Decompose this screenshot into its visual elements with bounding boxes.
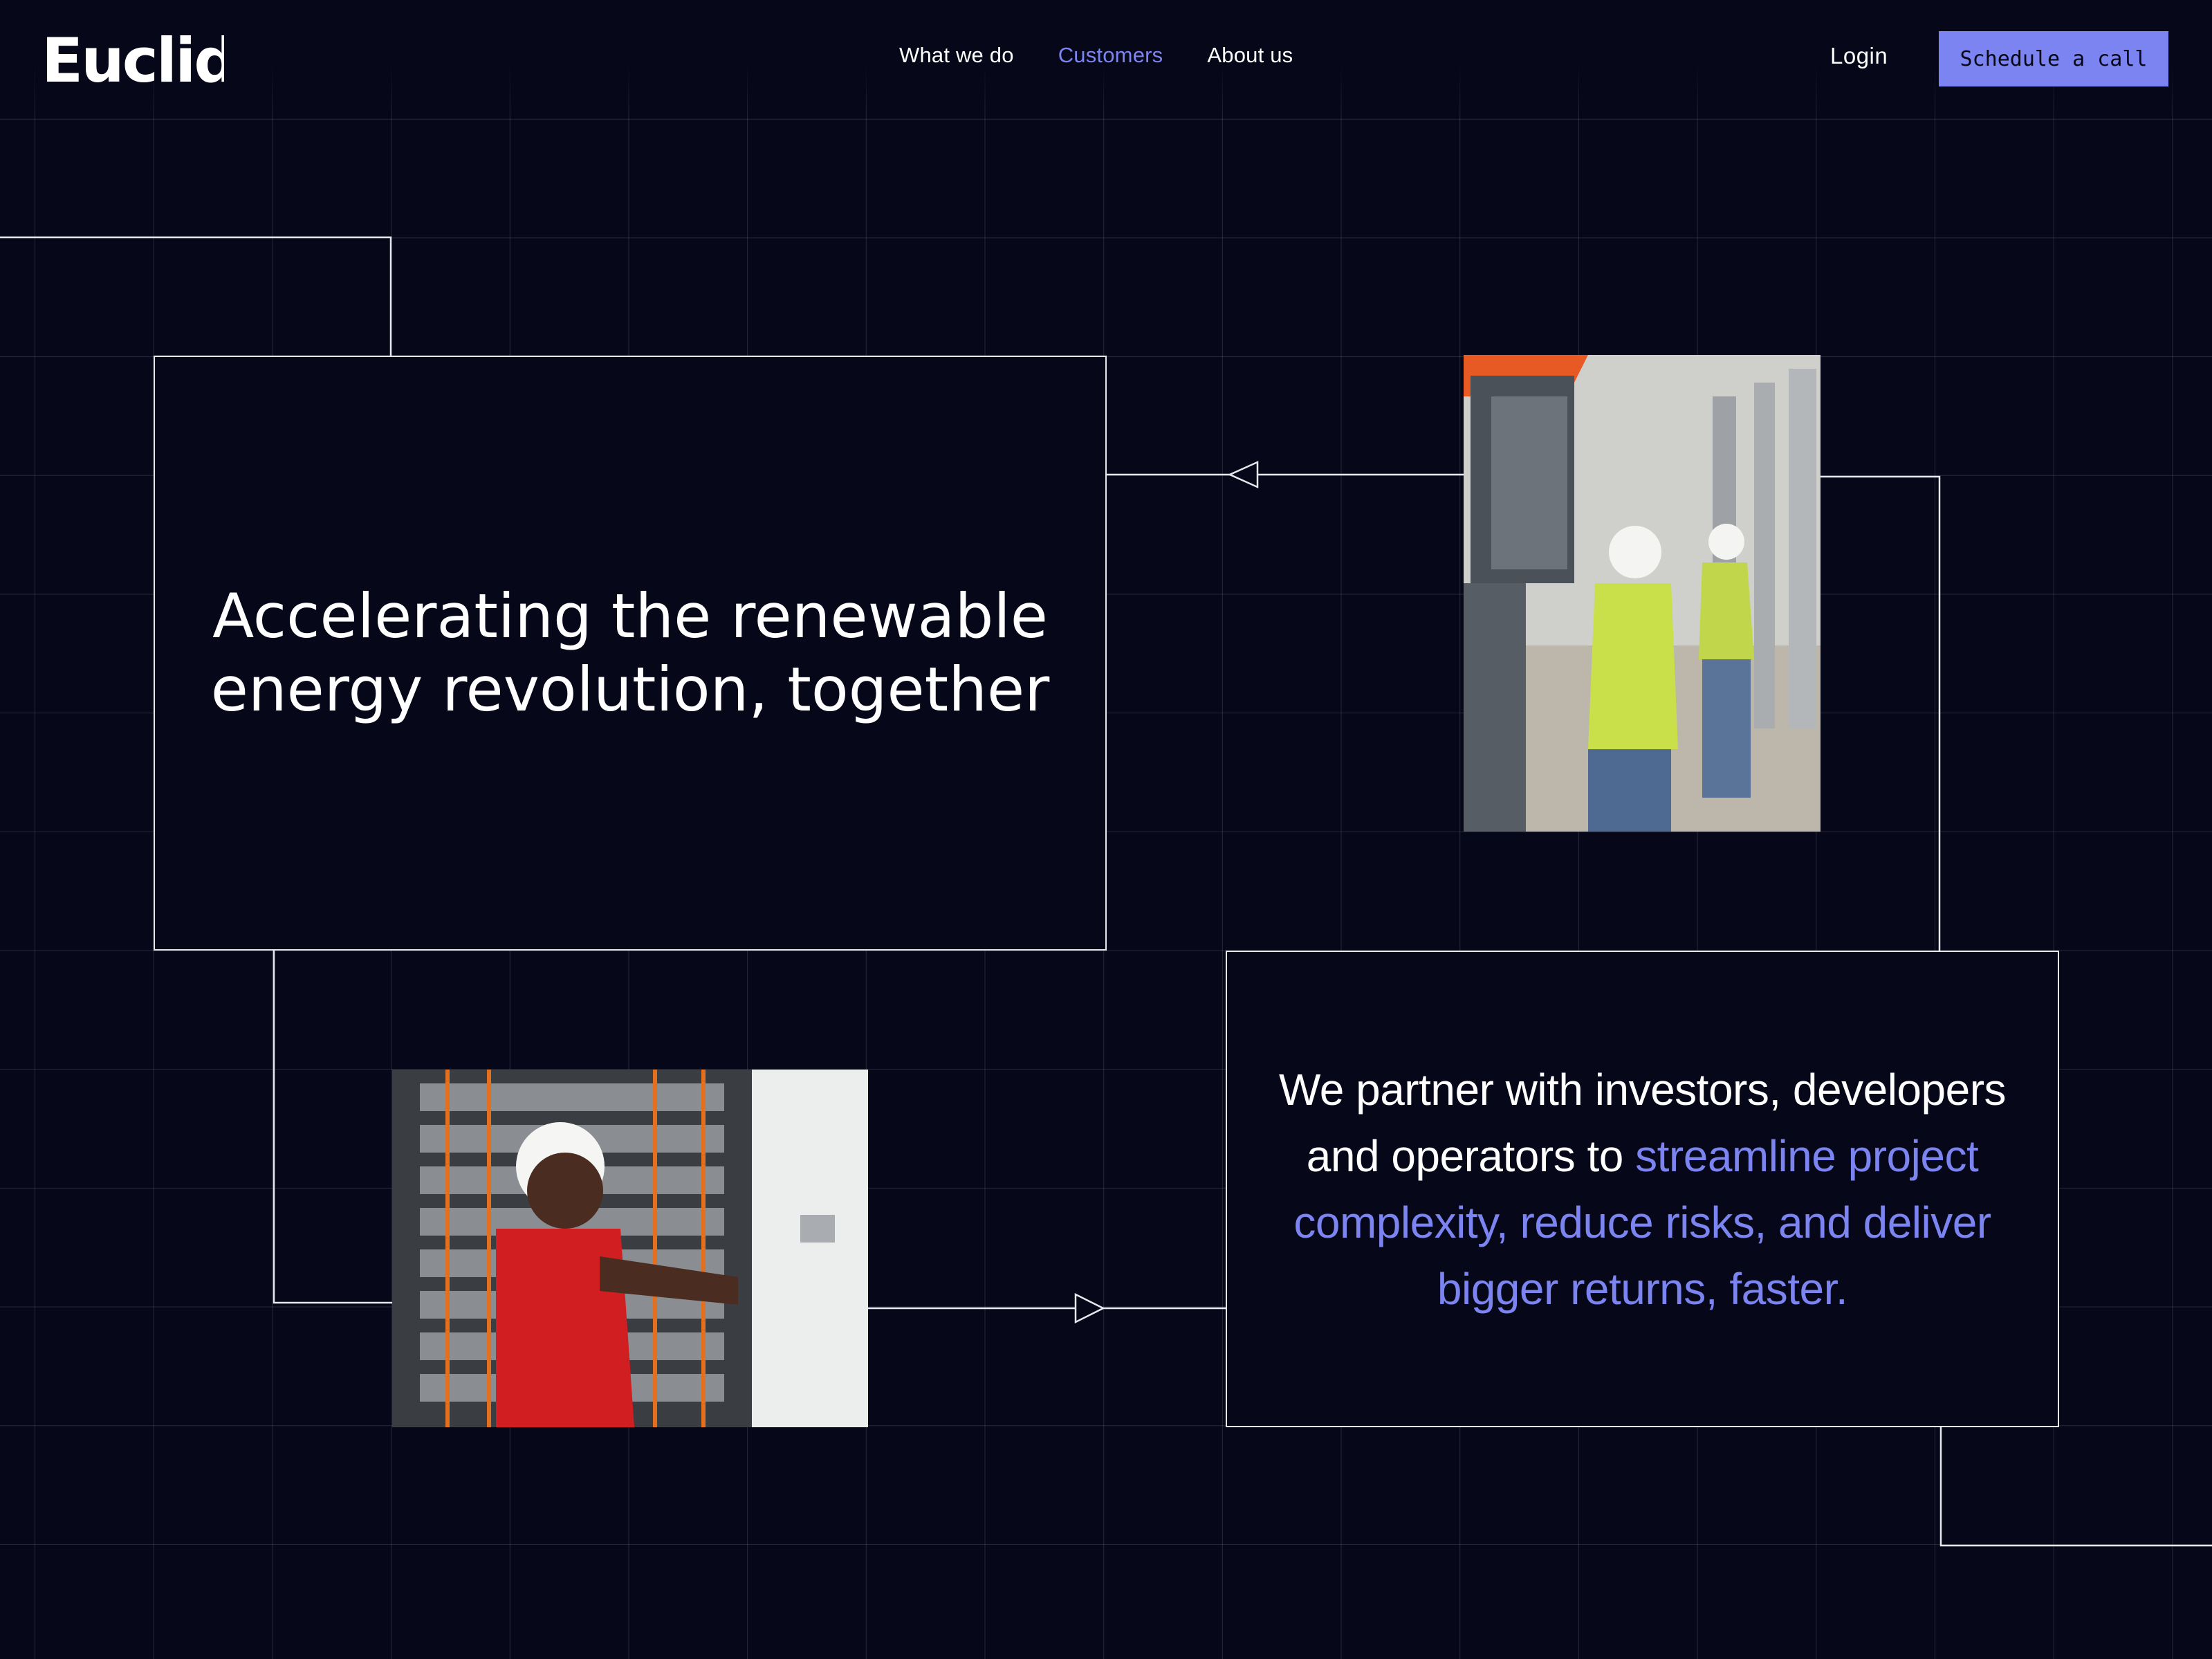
login-link[interactable]: Login (1830, 43, 1888, 69)
battery-technician-image (392, 1070, 868, 1427)
partner-statement: We partner with investors, developers an… (1269, 1056, 2016, 1322)
schedule-call-button[interactable]: Schedule a call (1939, 31, 2168, 86)
euclid-logo[interactable]: Euclid (42, 25, 237, 96)
photo-battery-technician (392, 1070, 868, 1427)
site-header: Euclid What we do Customers About us Log… (0, 0, 2212, 118)
euclid-logo-mark: Euclid (42, 25, 237, 96)
partner-card: We partner with investors, developers an… (1226, 951, 2059, 1427)
nav-item-about-us[interactable]: About us (1207, 43, 1293, 68)
hero-card: Accelerating the renewable energy revolu… (154, 356, 1107, 951)
photo-field-workers (1464, 355, 1821, 832)
nav-item-customers[interactable]: Customers (1058, 43, 1163, 68)
field-workers-image (1464, 355, 1821, 832)
logo-wordmark: Euclid (42, 28, 224, 90)
hero-title: Accelerating the renewable energy revolu… (210, 580, 1050, 725)
nav-item-what-we-do[interactable]: What we do (899, 43, 1014, 68)
main-nav: What we do Customers About us (899, 43, 1293, 68)
